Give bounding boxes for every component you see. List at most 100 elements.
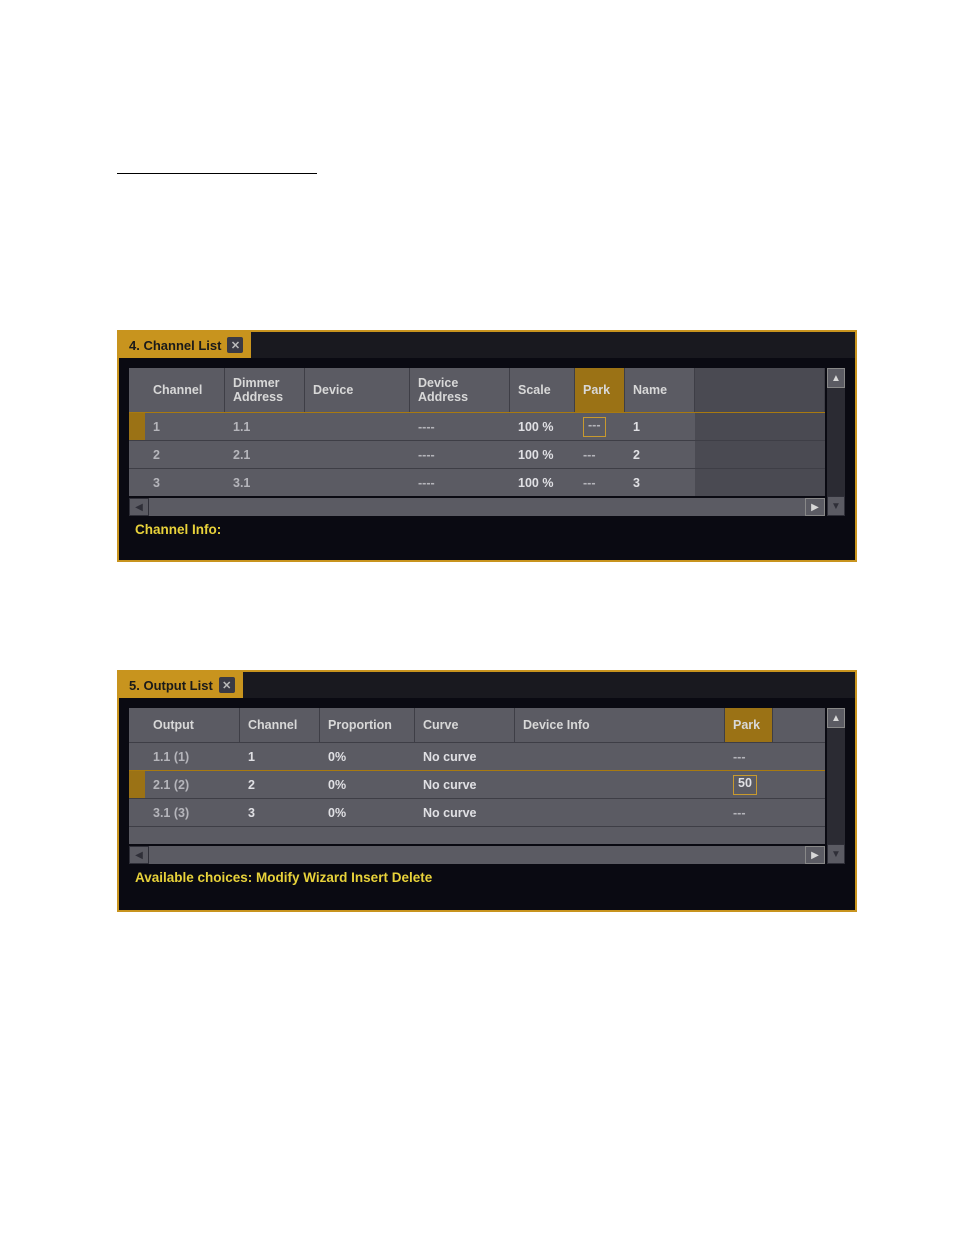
cell-proportion[interactable]: 0% (320, 743, 415, 770)
cell-empty (695, 469, 825, 496)
cell-park[interactable]: --- (575, 441, 625, 468)
cell-device[interactable] (305, 413, 410, 440)
cell-channel[interactable]: 3 (145, 469, 225, 496)
table-row[interactable]: 1 1.1 ---- 100 % --- 1 (129, 412, 825, 440)
horizontal-scrollbar[interactable]: ◀ ▶ (129, 498, 825, 516)
output-list-panel: 5. Output List ✕ Output Channel Proporti… (117, 670, 857, 912)
table-row[interactable]: 3.1 (3) 3 0% No curve --- (129, 798, 825, 826)
cell-name[interactable]: 2 (625, 441, 695, 468)
scroll-up-icon[interactable]: ▲ (827, 368, 845, 388)
table-row (129, 826, 825, 844)
row-marker (129, 469, 145, 496)
cell-park[interactable]: --- (575, 413, 625, 440)
cell-name[interactable]: 1 (625, 413, 695, 440)
scroll-track[interactable] (827, 728, 845, 844)
table-row[interactable]: 1.1 (1) 1 0% No curve --- (129, 742, 825, 770)
selected-cell[interactable]: --- (583, 417, 606, 437)
table-row[interactable]: 3 3.1 ---- 100 % --- 3 (129, 468, 825, 496)
cell-scale[interactable]: 100 % (510, 413, 575, 440)
cell-park[interactable]: --- (575, 469, 625, 496)
cell-park[interactable]: --- (725, 743, 773, 770)
cell-output[interactable]: 2.1 (2) (145, 771, 240, 798)
row-marker (129, 827, 145, 844)
scroll-track[interactable] (827, 388, 845, 496)
col-header-device-info[interactable]: Device Info (515, 708, 725, 742)
cell-proportion[interactable]: 0% (320, 771, 415, 798)
cell-device-info[interactable] (515, 771, 725, 798)
scroll-right-icon[interactable]: ▶ (805, 846, 825, 864)
col-header-name[interactable]: Name (625, 368, 695, 412)
cell-park[interactable]: 50 (725, 771, 773, 798)
row-marker (129, 441, 145, 468)
col-header-scale[interactable]: Scale (510, 368, 575, 412)
cell-channel[interactable]: 3 (240, 799, 320, 826)
scroll-track[interactable] (149, 846, 805, 864)
row-marker (129, 413, 145, 440)
cell-dimmer-address[interactable]: 1.1 (225, 413, 305, 440)
cell-channel[interactable]: 1 (145, 413, 225, 440)
channel-list-panel: 4. Channel List ✕ Channel Dimmer Address… (117, 330, 857, 562)
cell-device[interactable] (305, 469, 410, 496)
cell-device-address[interactable]: ---- (410, 413, 510, 440)
scroll-down-icon[interactable]: ▼ (827, 844, 845, 864)
header-marker (129, 708, 145, 742)
scroll-down-icon[interactable]: ▼ (827, 496, 845, 516)
cell-output[interactable]: 3.1 (3) (145, 799, 240, 826)
vertical-scrollbar[interactable]: ▲ ▼ (827, 708, 845, 864)
cell-channel[interactable]: 2 (145, 441, 225, 468)
horizontal-scrollbar[interactable]: ◀ ▶ (129, 846, 825, 864)
scroll-track[interactable] (149, 498, 805, 516)
cell-scale[interactable]: 100 % (510, 469, 575, 496)
cell-park[interactable]: --- (725, 799, 773, 826)
table-row[interactable]: 2.1 (2) 2 0% No curve 50 (129, 770, 825, 798)
table-wrap: Channel Dimmer Address Device Device Add… (119, 358, 855, 516)
cell-dimmer-address[interactable]: 2.1 (225, 441, 305, 468)
scroll-left-icon[interactable]: ◀ (129, 846, 149, 864)
cell-channel[interactable]: 1 (240, 743, 320, 770)
cell-empty (695, 413, 825, 440)
tab-output-list[interactable]: 5. Output List ✕ (119, 672, 243, 698)
cell-device-info[interactable] (515, 799, 725, 826)
col-header-park[interactable]: Park (575, 368, 625, 412)
col-header-empty (695, 368, 825, 412)
cell-channel[interactable]: 2 (240, 771, 320, 798)
tab-label: 4. Channel List (129, 338, 221, 353)
cell-device-address[interactable]: ---- (410, 469, 510, 496)
col-header-dimmer-address[interactable]: Dimmer Address (225, 368, 305, 412)
cell-dimmer-address[interactable]: 3.1 (225, 469, 305, 496)
close-icon[interactable]: ✕ (219, 677, 235, 693)
output-list-table: Output Channel Proportion Curve Device I… (129, 708, 825, 864)
col-header-channel[interactable]: Channel (145, 368, 225, 412)
close-icon[interactable]: ✕ (227, 337, 243, 353)
table-area: Channel Dimmer Address Device Device Add… (129, 368, 845, 516)
scroll-left-icon[interactable]: ◀ (129, 498, 149, 516)
col-header-device[interactable]: Device (305, 368, 410, 412)
vertical-scrollbar[interactable]: ▲ ▼ (827, 368, 845, 516)
table-wrap: Output Channel Proportion Curve Device I… (119, 698, 855, 864)
col-header-device-address[interactable]: Device Address (410, 368, 510, 412)
table-header-row: Channel Dimmer Address Device Device Add… (129, 368, 825, 412)
cell-device[interactable] (305, 441, 410, 468)
cell-curve[interactable]: No curve (415, 743, 515, 770)
channel-info-footer: Channel Info: (119, 516, 855, 545)
selected-cell[interactable]: 50 (733, 775, 757, 795)
cell-scale[interactable]: 100 % (510, 441, 575, 468)
cell-device-info[interactable] (515, 743, 725, 770)
scroll-up-icon[interactable]: ▲ (827, 708, 845, 728)
col-header-curve[interactable]: Curve (415, 708, 515, 742)
tab-channel-list[interactable]: 4. Channel List ✕ (119, 332, 251, 358)
cell-proportion[interactable]: 0% (320, 799, 415, 826)
tab-label: 5. Output List (129, 678, 213, 693)
table-row[interactable]: 2 2.1 ---- 100 % --- 2 (129, 440, 825, 468)
col-header-output[interactable]: Output (145, 708, 240, 742)
col-header-channel[interactable]: Channel (240, 708, 320, 742)
cell-device-address[interactable]: ---- (410, 441, 510, 468)
cell-output[interactable]: 1.1 (1) (145, 743, 240, 770)
col-header-park[interactable]: Park (725, 708, 773, 742)
cell-curve[interactable]: No curve (415, 771, 515, 798)
scroll-right-icon[interactable]: ▶ (805, 498, 825, 516)
col-header-proportion[interactable]: Proportion (320, 708, 415, 742)
cell-curve[interactable]: No curve (415, 799, 515, 826)
cell-name[interactable]: 3 (625, 469, 695, 496)
row-marker (129, 799, 145, 826)
